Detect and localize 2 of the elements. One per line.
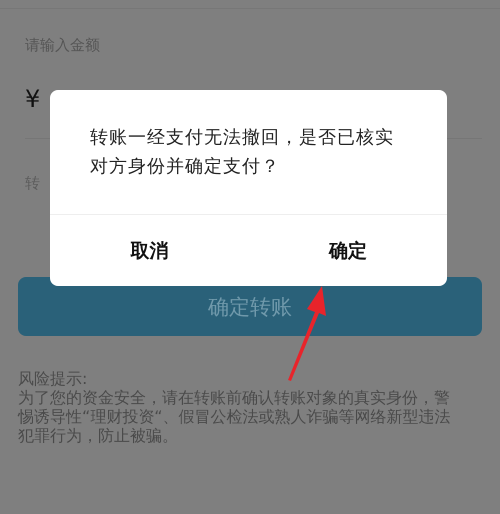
currency-symbol: ¥ xyxy=(25,85,40,113)
dialog-message: 转账一经支付无法撤回，是否已核实对方身份并确定支付？ xyxy=(90,126,395,179)
